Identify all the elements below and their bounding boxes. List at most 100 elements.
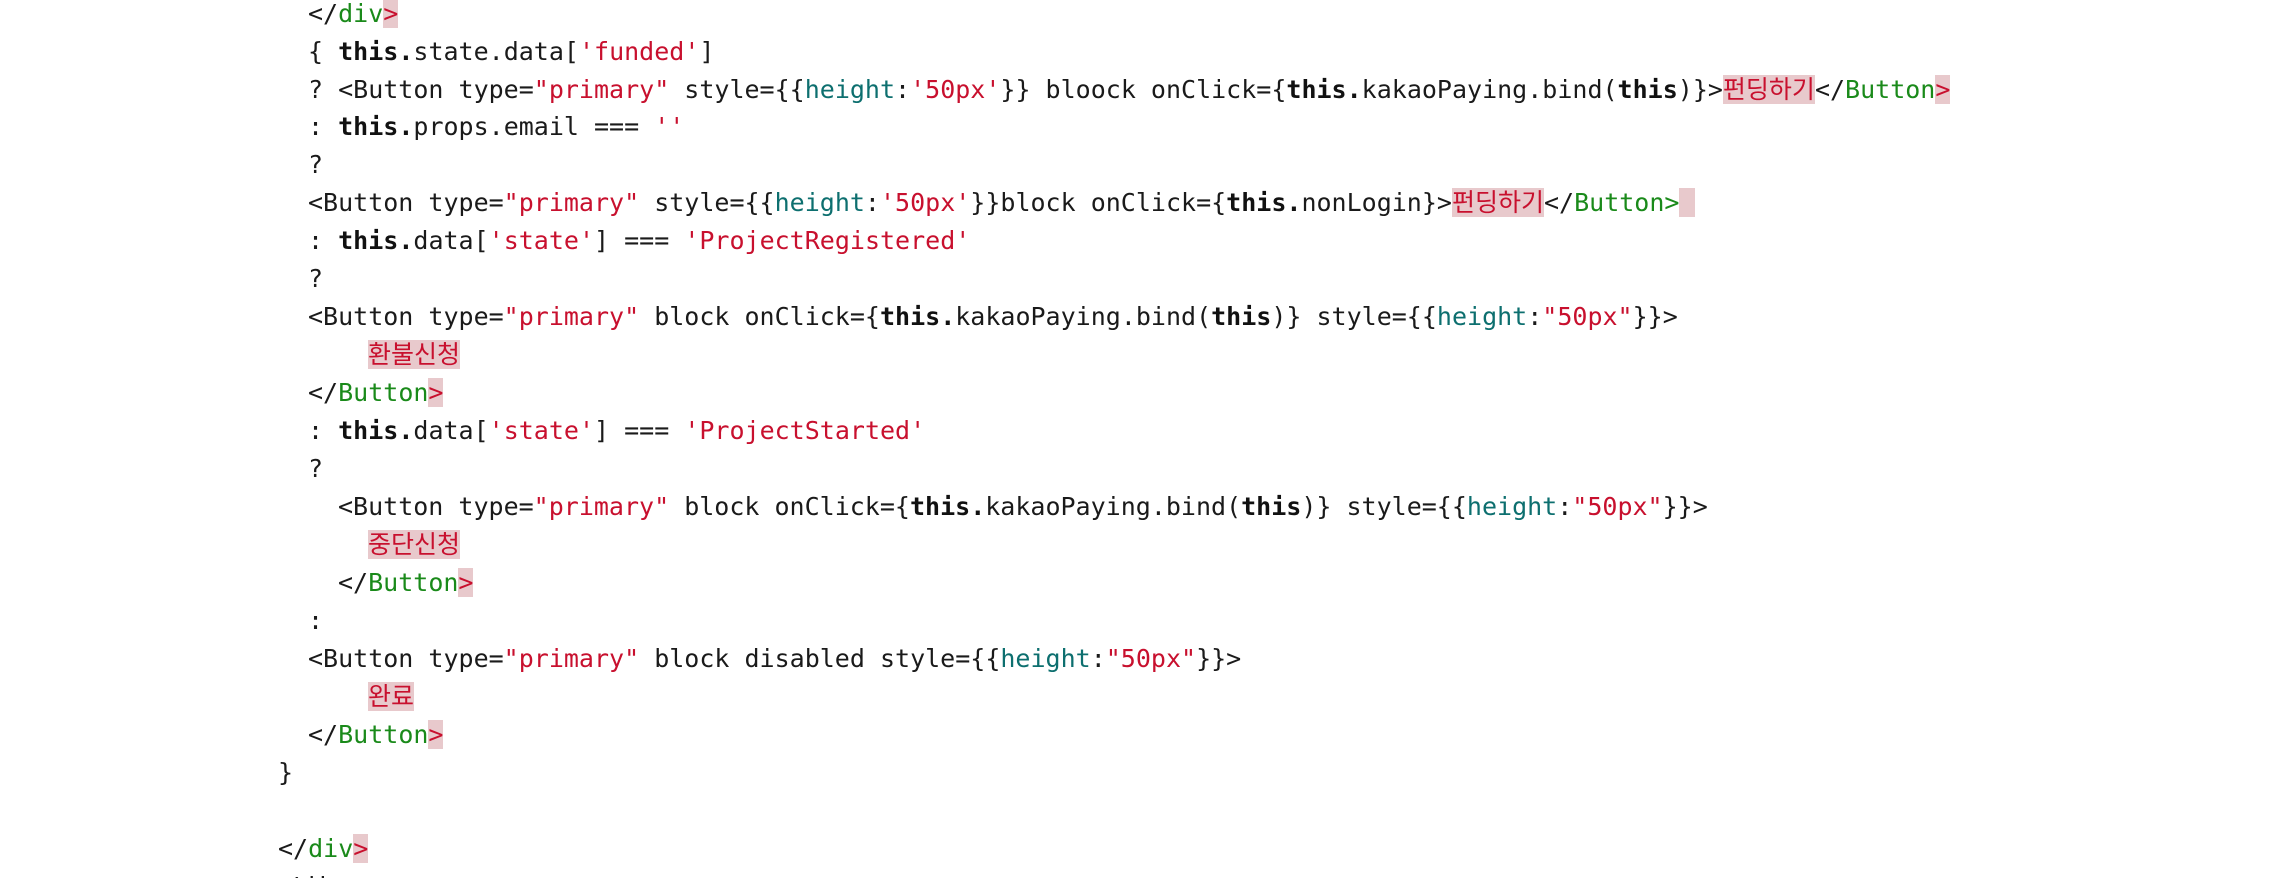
code-token: > [428, 720, 444, 749]
code-token: block disabled style={{ [639, 644, 1001, 673]
code-token: height [1466, 492, 1558, 521]
code-token: "50px" [1572, 492, 1663, 521]
code-token: ] [699, 37, 715, 66]
code-token: : [864, 188, 880, 217]
code-token: this [1226, 188, 1287, 217]
code-token: )} style={{ [1271, 302, 1437, 331]
code-token: }}> [1196, 644, 1242, 673]
code-token: 'ProjectStarted' [684, 416, 926, 445]
code-line-19: 완료 [368, 678, 415, 716]
code-token: { [308, 37, 339, 66]
code-token: . [940, 302, 956, 331]
code-token: kakaoPaying.bind( [985, 492, 1242, 521]
code-line-4: : this.props.email === '' [308, 108, 684, 146]
code-token: : [308, 112, 339, 141]
code-token: this [1617, 75, 1678, 104]
code-token: Button [338, 720, 429, 749]
code-token: : [1090, 644, 1106, 673]
code-token: : [1557, 492, 1573, 521]
code-token: <Button type= [308, 302, 504, 331]
code-token: ? <Button type= [308, 75, 534, 104]
code-line-8: ? [308, 260, 323, 298]
code-token: "50px" [1105, 644, 1197, 673]
code-token: 'funded' [578, 37, 700, 66]
code-token: . [398, 416, 414, 445]
code-line-10: 환불신청 [368, 336, 461, 374]
code-token: ? [308, 454, 324, 483]
code-line-16: </Button> [338, 564, 474, 602]
code-token: 환불신청 [368, 340, 461, 369]
code-token: } [278, 758, 294, 787]
code-line-12: : this.data['state'] === 'ProjectStarted… [308, 412, 925, 450]
code-token: }}> [1632, 302, 1678, 331]
code-line-21: } [278, 754, 293, 792]
code-token: nonLogin}> [1301, 188, 1452, 217]
code-token: height [1436, 302, 1528, 331]
code-line-3: ? <Button type="primary" style={{height:… [308, 71, 1951, 109]
code-token: : [895, 75, 911, 104]
code-line-2: { this.state.data['funded'] [308, 33, 714, 71]
code-token: . [398, 226, 414, 255]
code-token: this [1286, 75, 1347, 104]
code-token: > [428, 378, 444, 407]
code-editor[interactable]: </div> { this.state.data['funded'] ? <Bu… [0, 0, 2288, 878]
code-token: props.email === [413, 112, 655, 141]
code-line-11: </Button> [308, 374, 444, 412]
code-token: kakaoPaying.bind( [1361, 75, 1618, 104]
code-token: . [1346, 75, 1362, 104]
code-line-17: : [308, 602, 323, 640]
code-line-23: </div> [270, 868, 360, 878]
code-token: kakaoPaying.bind( [955, 302, 1212, 331]
code-token: </div> [270, 872, 360, 878]
code-token: block onClick={ [639, 302, 880, 331]
code-token: ] === [594, 416, 685, 445]
code-token: 'state' [488, 226, 595, 255]
code-token: </ [308, 0, 339, 28]
code-token: this [1211, 302, 1272, 331]
code-token: ? [308, 264, 324, 293]
code-line-1: </div> [308, 0, 399, 33]
code-line-13: ? [308, 450, 323, 488]
code-token: Button [338, 378, 429, 407]
code-token: 'ProjectRegistered' [684, 226, 971, 255]
code-token: }}> [1662, 492, 1708, 521]
code-token: Button [368, 568, 459, 597]
code-line-5: ? [308, 146, 323, 184]
code-token: </ [338, 568, 369, 597]
code-token: }} bloock onClick={ [1000, 75, 1287, 104]
code-token: data[ [413, 226, 489, 255]
code-token: 중단신청 [368, 530, 461, 559]
code-token: "primary" [503, 644, 640, 673]
code-line-7: : this.data['state'] === 'ProjectRegiste… [308, 222, 970, 260]
code-token: Button [1574, 188, 1665, 217]
code-token: > [1935, 75, 1951, 104]
code-line-15: 중단신청 [368, 526, 461, 564]
code-token: this [338, 37, 399, 66]
code-token: . [398, 37, 414, 66]
code-token: <Button type= [308, 644, 504, 673]
code-line-20: </Button> [308, 716, 444, 754]
code-token: . [398, 112, 414, 141]
code-token: </ [308, 720, 339, 749]
code-token: this [879, 302, 941, 331]
code-token: )}> [1677, 75, 1723, 104]
code-token: height [774, 188, 865, 217]
code-token: height [804, 75, 896, 104]
code-token: ] === [594, 226, 685, 255]
code-token: </ [278, 834, 309, 863]
code-token: height [1000, 644, 1091, 673]
code-token: 완료 [368, 682, 415, 711]
code-line-9: <Button type="primary" block onClick={th… [308, 298, 1678, 336]
code-token: > [383, 0, 399, 28]
code-token: style={{ [669, 75, 805, 104]
code-line-22: </div> [278, 830, 369, 868]
code-token: 펀딩하기 [1451, 188, 1544, 217]
code-line-6: <Button type="primary" style={{height:'5… [308, 184, 1695, 222]
code-token: this [338, 226, 399, 255]
code-token: </ [1814, 75, 1846, 104]
code-token: . [1286, 188, 1302, 217]
code-token: > [1664, 188, 1680, 217]
code-token: ? [308, 150, 324, 179]
code-token: <Button type= [338, 492, 534, 521]
code-token: </ [1543, 188, 1575, 217]
